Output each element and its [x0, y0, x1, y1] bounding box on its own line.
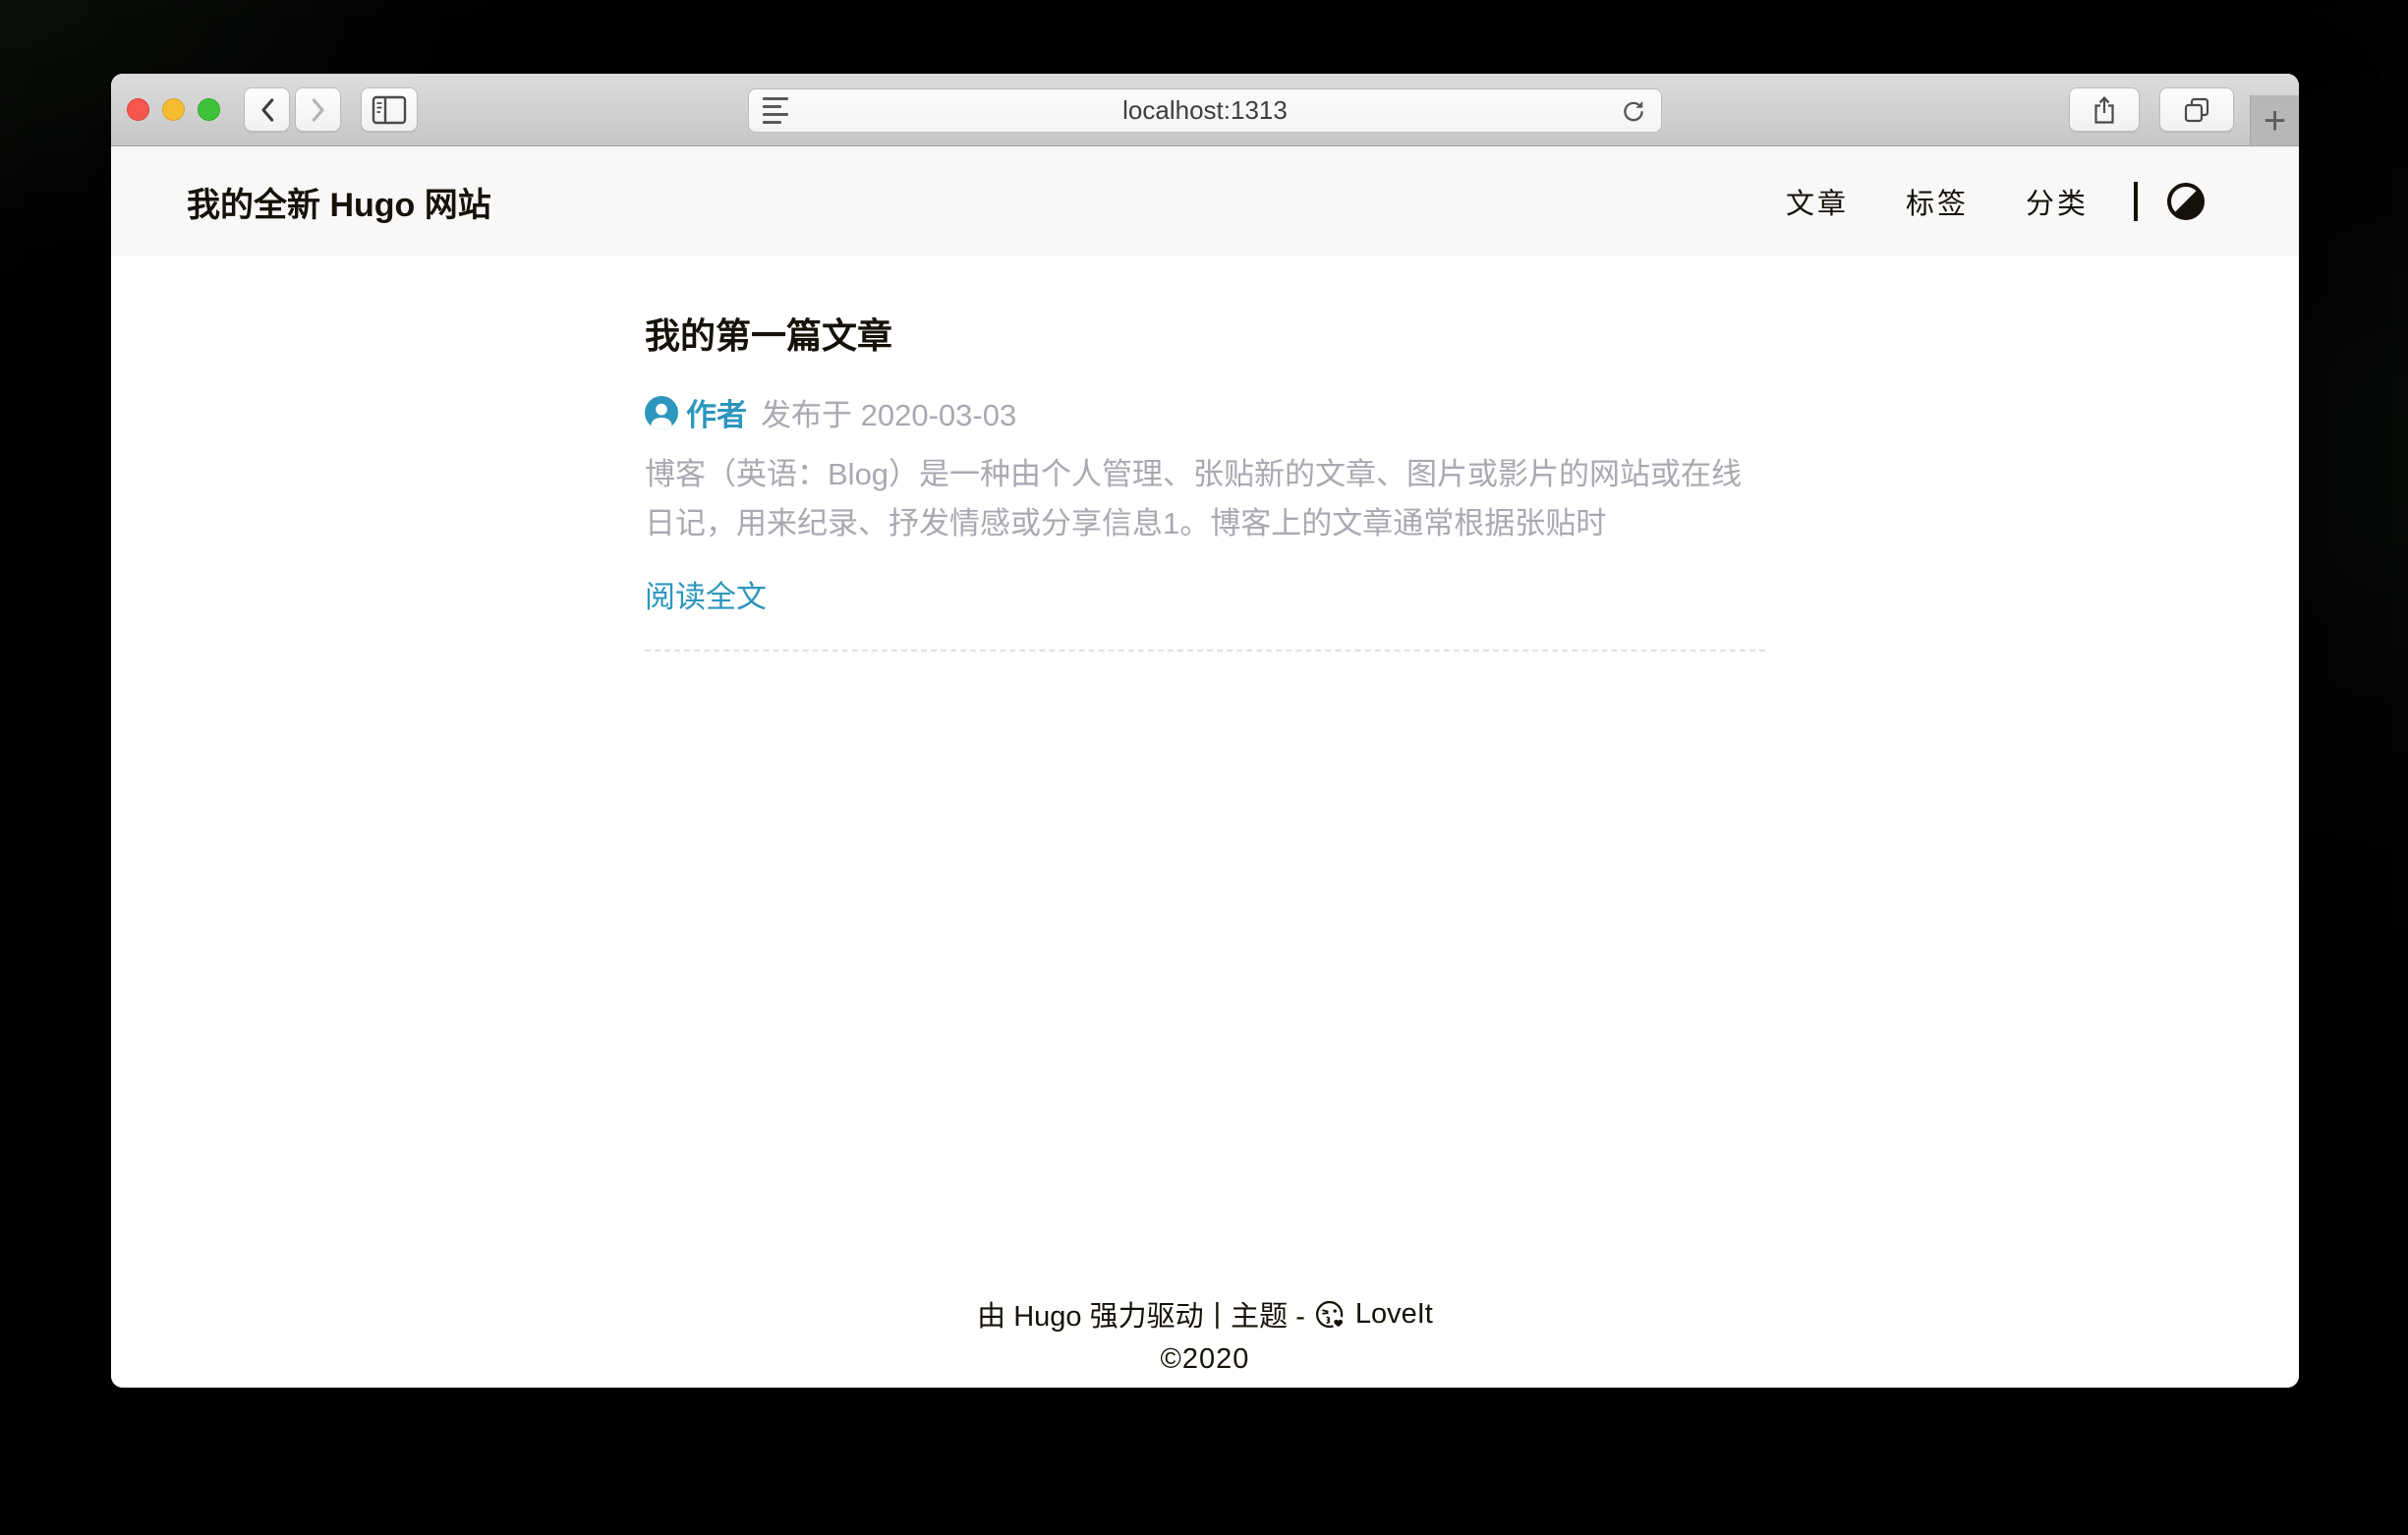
nav-item-posts[interactable]: 文章 — [1786, 181, 1849, 222]
post-summary-card: 我的第一篇文章 — [645, 256, 1765, 652]
hugo-powered-link[interactable]: 由 Hugo 强力驱动 — [977, 1293, 1203, 1335]
reader-view-icon[interactable] — [763, 97, 788, 124]
post-meta: 作者 发布于 2020-03-03 — [645, 390, 1765, 434]
nav-item-tags[interactable]: 标签 — [1906, 181, 1969, 222]
chevron-left-icon — [259, 97, 275, 123]
nav-item-categories[interactable]: 分类 — [2026, 181, 2089, 222]
circle-user-icon — [645, 396, 678, 429]
new-tab-button[interactable]: + — [2250, 95, 2299, 145]
theme-toggle-icon[interactable] — [2167, 183, 2205, 220]
footer-credit-line: 由 Hugo 强力驱动 | 主题 - — [111, 1293, 2299, 1335]
plus-icon: + — [2264, 101, 2286, 141]
back-button[interactable] — [244, 87, 290, 132]
post-title-link[interactable]: 我的第一篇文章 — [645, 308, 1765, 359]
sidebar-toggle-icon — [372, 95, 407, 125]
site-header: 我的全新 Hugo 网站 文章 标签 分类 — [111, 146, 2299, 256]
safari-window: localhost:1313 — [111, 74, 2299, 1388]
desktop-background: localhost:1313 — [0, 0, 2408, 1535]
address-bar[interactable]: localhost:1313 — [748, 88, 1662, 133]
browser-toolbar: localhost:1313 — [111, 74, 2299, 146]
history-nav-group — [244, 87, 341, 132]
kiss-wink-heart-icon — [1315, 1299, 1346, 1330]
close-window-button[interactable] — [127, 98, 149, 121]
share-icon — [2093, 95, 2116, 125]
post-summary-text: 博客（英语：Blog）是一种由个人管理、张贴新的文章、图片或影片的网站或在线日记… — [645, 450, 1765, 548]
site-title[interactable]: 我的全新 Hugo 网站 — [187, 178, 491, 226]
post-divider — [645, 650, 1765, 652]
zoom-window-button[interactable] — [198, 98, 220, 121]
copyright-text: ©2020 — [1161, 1343, 1250, 1376]
author-name: 作者 — [686, 390, 747, 434]
author-link[interactable]: 作者 — [645, 390, 747, 434]
site-footer: 由 Hugo 强力驱动 | 主题 - — [111, 1293, 2299, 1388]
page-viewport: 我的全新 Hugo 网站 文章 标签 分类 我的第一篇文章 — [111, 146, 2299, 1388]
nav-divider — [2134, 182, 2138, 221]
sidebar-toggle-button[interactable] — [361, 87, 418, 132]
chevron-right-icon — [311, 97, 326, 123]
footer-copyright-line: ©2020 — [111, 1343, 2299, 1376]
theme-loveit-link[interactable]: LoveIt — [1355, 1298, 1433, 1331]
toolbar-right-group — [2069, 87, 2234, 132]
footer-theme-label: 主题 - — [1231, 1293, 1305, 1335]
url-text[interactable]: localhost:1313 — [749, 95, 1661, 126]
forward-button[interactable] — [295, 87, 341, 132]
tabs-overview-icon — [2182, 96, 2211, 124]
minimize-window-button[interactable] — [162, 98, 185, 121]
main-content: 我的第一篇文章 — [111, 256, 2299, 1388]
window-controls — [127, 98, 220, 121]
footer-separator: | — [1214, 1298, 1222, 1331]
read-more-link[interactable]: 阅读全文 — [645, 572, 767, 616]
show-all-tabs-button[interactable] — [2159, 87, 2234, 132]
publish-date: 发布于 2020-03-03 — [761, 390, 1016, 434]
reload-icon[interactable] — [1620, 97, 1647, 125]
share-button[interactable] — [2069, 87, 2140, 132]
site-nav: 文章 标签 分类 — [1729, 181, 2205, 222]
